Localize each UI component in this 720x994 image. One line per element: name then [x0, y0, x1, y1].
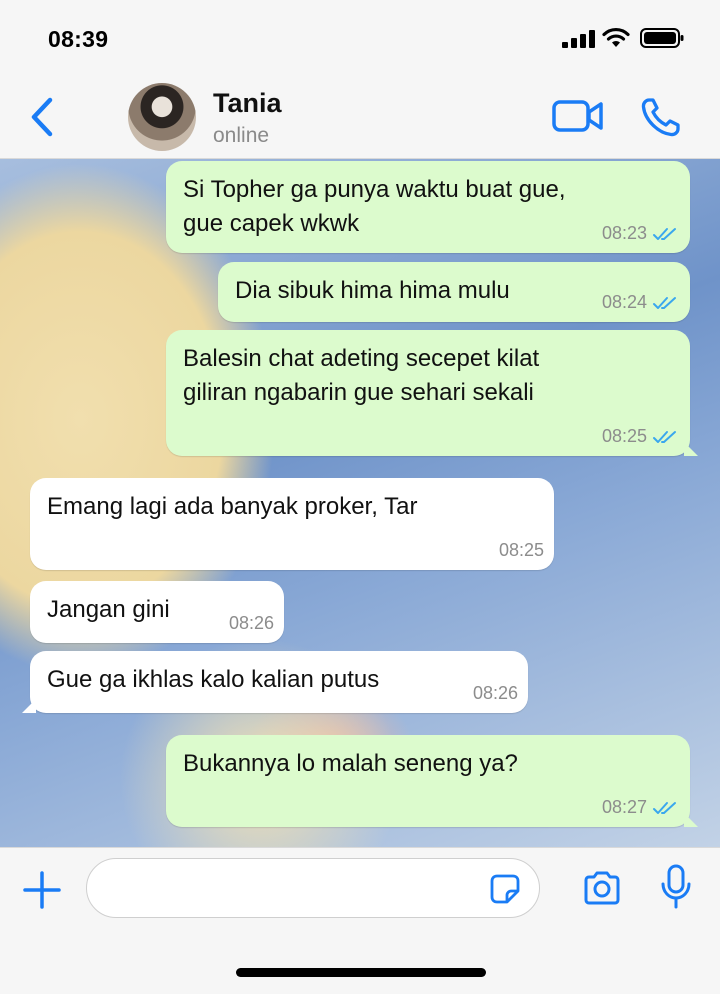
- read-ticks-icon: [653, 801, 676, 814]
- message-text: Si Topher ga punya waktu buat gue, gue c…: [183, 176, 566, 237]
- back-icon[interactable]: [28, 96, 56, 138]
- message-meta: 08:27: [602, 797, 680, 818]
- message-field[interactable]: [86, 858, 540, 918]
- message-meta: 08:26: [229, 613, 274, 634]
- wifi-icon: [602, 27, 630, 47]
- read-ticks-icon: [653, 227, 676, 240]
- status-bar: 08:39: [0, 0, 720, 78]
- input-bar: [0, 847, 720, 994]
- chat-area[interactable]: Si Topher ga punya waktu buat gue, gue c…: [0, 159, 720, 847]
- message-bubble-outgoing[interactable]: Balesin chat adeting secepet kilat gilir…: [166, 330, 698, 456]
- avatar[interactable]: [128, 83, 196, 151]
- message-meta: 08:25: [499, 540, 544, 561]
- message-text: Dia sibuk hima hima mulu: [235, 277, 510, 304]
- read-ticks-icon: [653, 430, 676, 443]
- phone-icon[interactable]: [640, 96, 682, 138]
- message-input[interactable]: [105, 871, 479, 907]
- message-meta: 08:24: [602, 292, 680, 313]
- bubble-tail: [22, 699, 36, 713]
- mic-icon[interactable]: [660, 864, 692, 910]
- contact-name[interactable]: Tania: [213, 88, 282, 119]
- message-text: Balesin chat adeting secepet kilat gilir…: [183, 345, 540, 406]
- message-bubble-incoming[interactable]: Gue ga ikhlas kalo kalian putus 08:26: [22, 651, 528, 713]
- message-time: 08:26: [472, 683, 518, 703]
- message-bubble-incoming[interactable]: Jangan gini 08:26: [30, 581, 284, 643]
- message-bubble-outgoing[interactable]: Bukannya lo malah seneng ya? 08:27: [166, 735, 698, 827]
- message-bubble-incoming[interactable]: Emang lagi ada banyak proker, Tar 08:25: [30, 478, 554, 570]
- message-text: Jangan gini: [47, 596, 170, 623]
- signal-icon: [562, 30, 595, 48]
- message-time: 08:24: [601, 292, 647, 312]
- message-bubble-outgoing[interactable]: Dia sibuk hima hima mulu 08:24: [218, 262, 690, 322]
- chat-header: Tania online: [0, 78, 720, 159]
- sticker-icon[interactable]: [489, 873, 521, 905]
- message-meta: 08:26: [473, 683, 518, 704]
- message-text: Gue ga ikhlas kalo kalian putus: [47, 666, 380, 693]
- video-call-icon[interactable]: [552, 98, 604, 134]
- bubble-tail: [684, 442, 698, 456]
- bubble-tail: [684, 813, 698, 827]
- message-bubble-outgoing[interactable]: Si Topher ga punya waktu buat gue, gue c…: [166, 161, 690, 253]
- camera-icon[interactable]: [582, 870, 622, 906]
- message-meta: 08:23: [602, 223, 680, 244]
- message-meta: 08:25: [602, 426, 680, 447]
- message-time: 08:27: [601, 797, 647, 817]
- battery-icon: [640, 28, 684, 48]
- message-time: 08:25: [601, 426, 647, 446]
- message-text: Emang lagi ada banyak proker, Tar: [47, 493, 418, 520]
- message-text: Bukannya lo malah seneng ya?: [183, 750, 518, 777]
- message-time: 08:26: [228, 613, 274, 633]
- plus-icon[interactable]: [22, 870, 62, 910]
- contact-status: online: [213, 124, 270, 147]
- home-indicator: [236, 968, 486, 977]
- read-ticks-icon: [653, 296, 676, 309]
- message-time: 08:23: [601, 223, 647, 243]
- status-time: 08:39: [48, 26, 109, 52]
- message-time: 08:25: [498, 540, 544, 560]
